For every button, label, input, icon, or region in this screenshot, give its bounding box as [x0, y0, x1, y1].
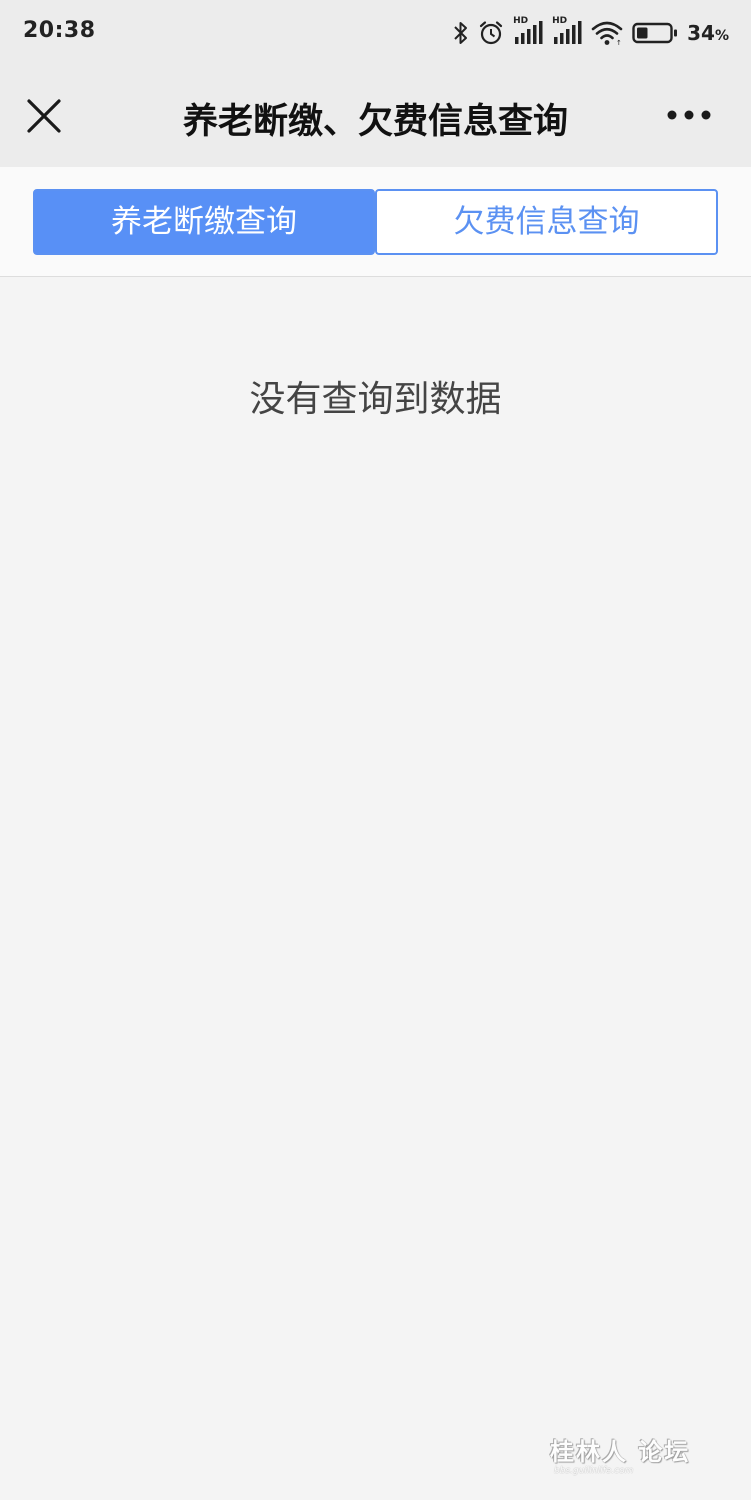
battery-percent: 34%	[687, 21, 729, 45]
signal-1: HD	[513, 16, 543, 48]
battery-unit: %	[714, 28, 729, 44]
bluetooth-icon	[454, 22, 468, 44]
signal-icon	[515, 21, 543, 44]
svg-text:↑↓: ↑↓	[616, 39, 623, 46]
signal-icon	[554, 21, 582, 44]
battery-value: 34	[687, 21, 715, 45]
watermark-text: 桂林人 论坛	[550, 1438, 691, 1466]
empty-state-message: 没有查询到数据	[249, 379, 502, 420]
watermark-url: bbs.guilinlife.com	[554, 1466, 634, 1476]
status-icons: HD HD ↑↓	[453, 16, 729, 50]
alarm-icon	[480, 21, 503, 45]
close-icon[interactable]	[24, 96, 64, 136]
tab-bar: 养老断缴查询 欠费信息查询	[0, 167, 751, 277]
status-time: 20:38	[23, 18, 96, 43]
wifi-icon: ↑↓	[591, 21, 623, 46]
page-title: 养老断缴、欠费信息查询	[182, 102, 568, 142]
more-icon[interactable]	[665, 104, 713, 126]
battery-icon	[632, 22, 678, 44]
tab-pension-lapse-query[interactable]: 养老断缴查询	[33, 189, 375, 255]
watermark: 桂林人 论坛 bbs.guilinlife.com	[546, 1432, 706, 1482]
signal-2: HD	[552, 16, 582, 48]
status-bar: 20:38 HD HD ↑ 34%	[0, 0, 751, 66]
nav-bar: 养老断缴、欠费信息查询	[0, 66, 751, 167]
tab-arrears-info-query[interactable]: 欠费信息查询	[375, 189, 718, 255]
